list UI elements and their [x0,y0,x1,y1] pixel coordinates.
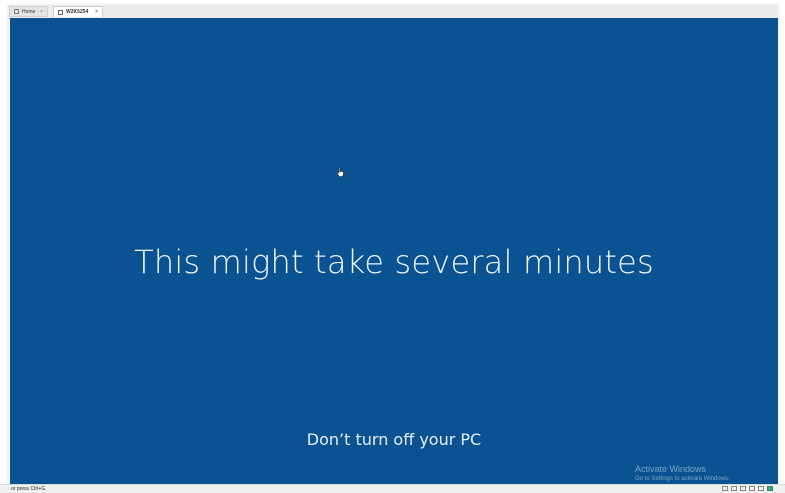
tab-home[interactable]: Home × [9,6,48,17]
vm-icon [58,9,63,15]
activate-windows-watermark: Activate Windows Go to Settings to activ… [635,464,730,483]
tab-home-label: Home [22,8,36,15]
tab-vm[interactable]: W2K5254 × [53,6,103,17]
hand-cursor-icon [336,167,344,177]
vm-console-screen[interactable]: This might take several minutes Don’t tu… [10,18,778,488]
cd-drive-icon[interactable] [731,486,737,491]
hard-disk-icon[interactable] [722,486,728,491]
network-icon[interactable] [740,486,746,491]
setup-headline: This might take several minutes [134,243,654,281]
setup-subline: Don’t turn off your PC [306,430,482,449]
status-hint: or press Ctrl+G. [11,486,47,492]
home-icon [14,9,19,14]
close-icon[interactable]: × [95,9,98,15]
close-icon[interactable]: × [40,9,43,15]
device-tray [722,486,773,491]
watermark-subtitle: Go to Settings to activate Windows. [635,476,730,482]
usb-icon[interactable] [749,486,755,491]
display-icon[interactable] [758,486,764,491]
activity-indicator-icon [767,486,773,491]
vm-window: Home × W2K5254 × This might take several… [8,5,778,488]
tab-vm-label: W2K5254 [66,9,89,15]
tab-bar: Home × W2K5254 × [8,5,778,19]
watermark-title: Activate Windows [635,464,707,474]
